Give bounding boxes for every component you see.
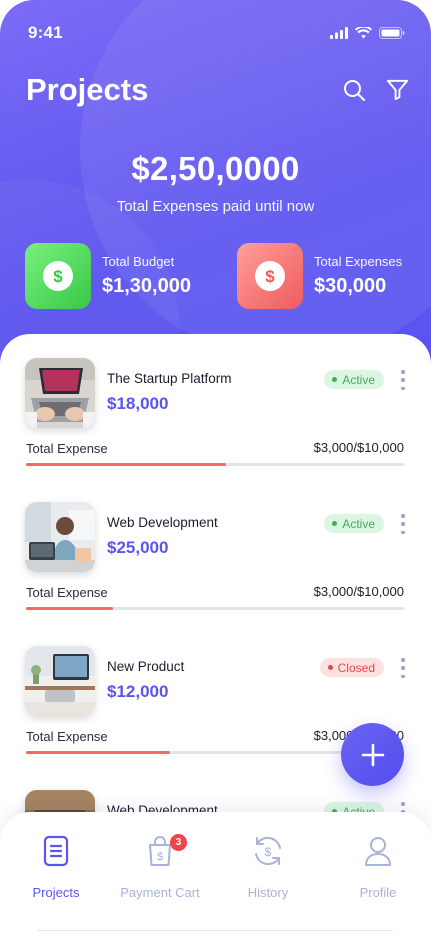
status-time: 9:41 [28,23,63,42]
dollar-icon: $ [237,243,303,309]
home-indicator [38,930,393,931]
project-thumbnail [25,646,95,716]
more-options-icon[interactable] [399,658,407,678]
progress-fill [26,751,170,754]
status-text: Closed [337,660,375,675]
nav-label: Payment Cart [120,885,200,900]
project-thumbnail [25,358,95,428]
expense-value: $3,000/$10,000 [314,584,404,599]
plus-icon [361,743,384,766]
stat-value: $30,000 [314,275,387,297]
title-row: Projects [26,72,409,108]
app-screen: 9:41 Projects $2,50,0000 Total Expenses … [0,0,431,932]
expense-spent: $3,000 [313,584,354,599]
more-options-icon[interactable] [399,370,407,390]
project-amount: $18,000 [107,394,169,413]
progress-fill [26,607,113,610]
header-actions [342,78,409,102]
project-amount: $12,000 [107,682,169,701]
page-title: Projects [26,72,149,107]
nav-item-history[interactable]: $ History [218,832,318,900]
nav-label: Profile [359,885,397,900]
project-thumbnail [25,502,95,572]
project-amount: $25,000 [107,538,169,557]
status-dot [332,377,338,382]
signal-icon [330,27,348,39]
list-item[interactable]: The Startup Platform $18,000 Active Tota… [0,334,431,478]
svg-text:$: $ [265,267,275,286]
svg-text:$: $ [265,845,272,859]
stat-value: $1,30,000 [102,275,191,297]
document-icon [43,835,69,867]
add-project-button[interactable] [341,723,404,786]
nav-label: History [247,885,289,900]
status-badge: Active [324,514,384,533]
total-expenses-stat: $ Total Expenses $30,000 [237,243,402,309]
expense-label: Total Expense [26,729,108,744]
status-bar: 9:41 [28,22,405,44]
status-badge: Active [324,370,384,389]
stat-label: Total Expenses [314,254,403,269]
project-name: The Startup Platform [107,371,232,386]
cart-count-badge: 3 [170,834,187,851]
expense-label: Total Expense [26,441,108,456]
expense-value: $3,000/$10,000 [314,440,404,455]
filter-icon[interactable] [386,78,409,102]
list-item[interactable]: Web Development $25,000 Active Total Exp… [0,478,431,622]
status-icons [330,27,405,39]
user-icon [365,837,391,866]
bottom-safe-area [0,900,431,932]
status-badge: Closed [319,658,384,677]
project-name: New Product [107,659,185,674]
nav-label: Projects [32,885,80,900]
status-dot [327,665,333,670]
wifi-icon [355,27,372,39]
nav-item-payment-cart[interactable]: $ 3 Payment Cart [110,832,210,900]
dollar-icon: $ [25,243,91,309]
expense-spent: $3,000 [313,440,354,455]
total-subtitle: Total Expenses paid until now [116,198,315,215]
expense-progress-bar [26,607,404,610]
project-name: Web Development [107,515,218,530]
nav-item-profile[interactable]: Profile [328,832,428,900]
svg-text:$: $ [53,267,63,286]
expense-progress-bar [26,463,404,466]
total-summary: $2,50,0000 Total Expenses paid until now [0,150,431,215]
total-amount: $2,50,0000 [131,150,300,187]
status-text: Active [342,516,375,531]
status-dot [332,521,338,526]
battery-icon [379,27,405,39]
progress-fill [26,463,227,466]
stat-label: Total Budget [102,254,175,269]
bottom-navigation: Projects $ 3 Payment Cart $ History Prof… [0,812,431,902]
status-text: Active [342,372,375,387]
total-budget-stat: $ Total Budget $1,30,000 [25,243,191,309]
search-icon[interactable] [342,78,366,102]
expense-label: Total Expense [26,585,108,600]
expense-budget: /$10,000 [353,584,404,599]
nav-item-projects[interactable]: Projects [6,832,106,900]
svg-text:$: $ [157,851,163,863]
history-icon: $ [255,836,281,866]
expense-budget: /$10,000 [353,440,404,455]
more-options-icon[interactable] [399,514,407,534]
